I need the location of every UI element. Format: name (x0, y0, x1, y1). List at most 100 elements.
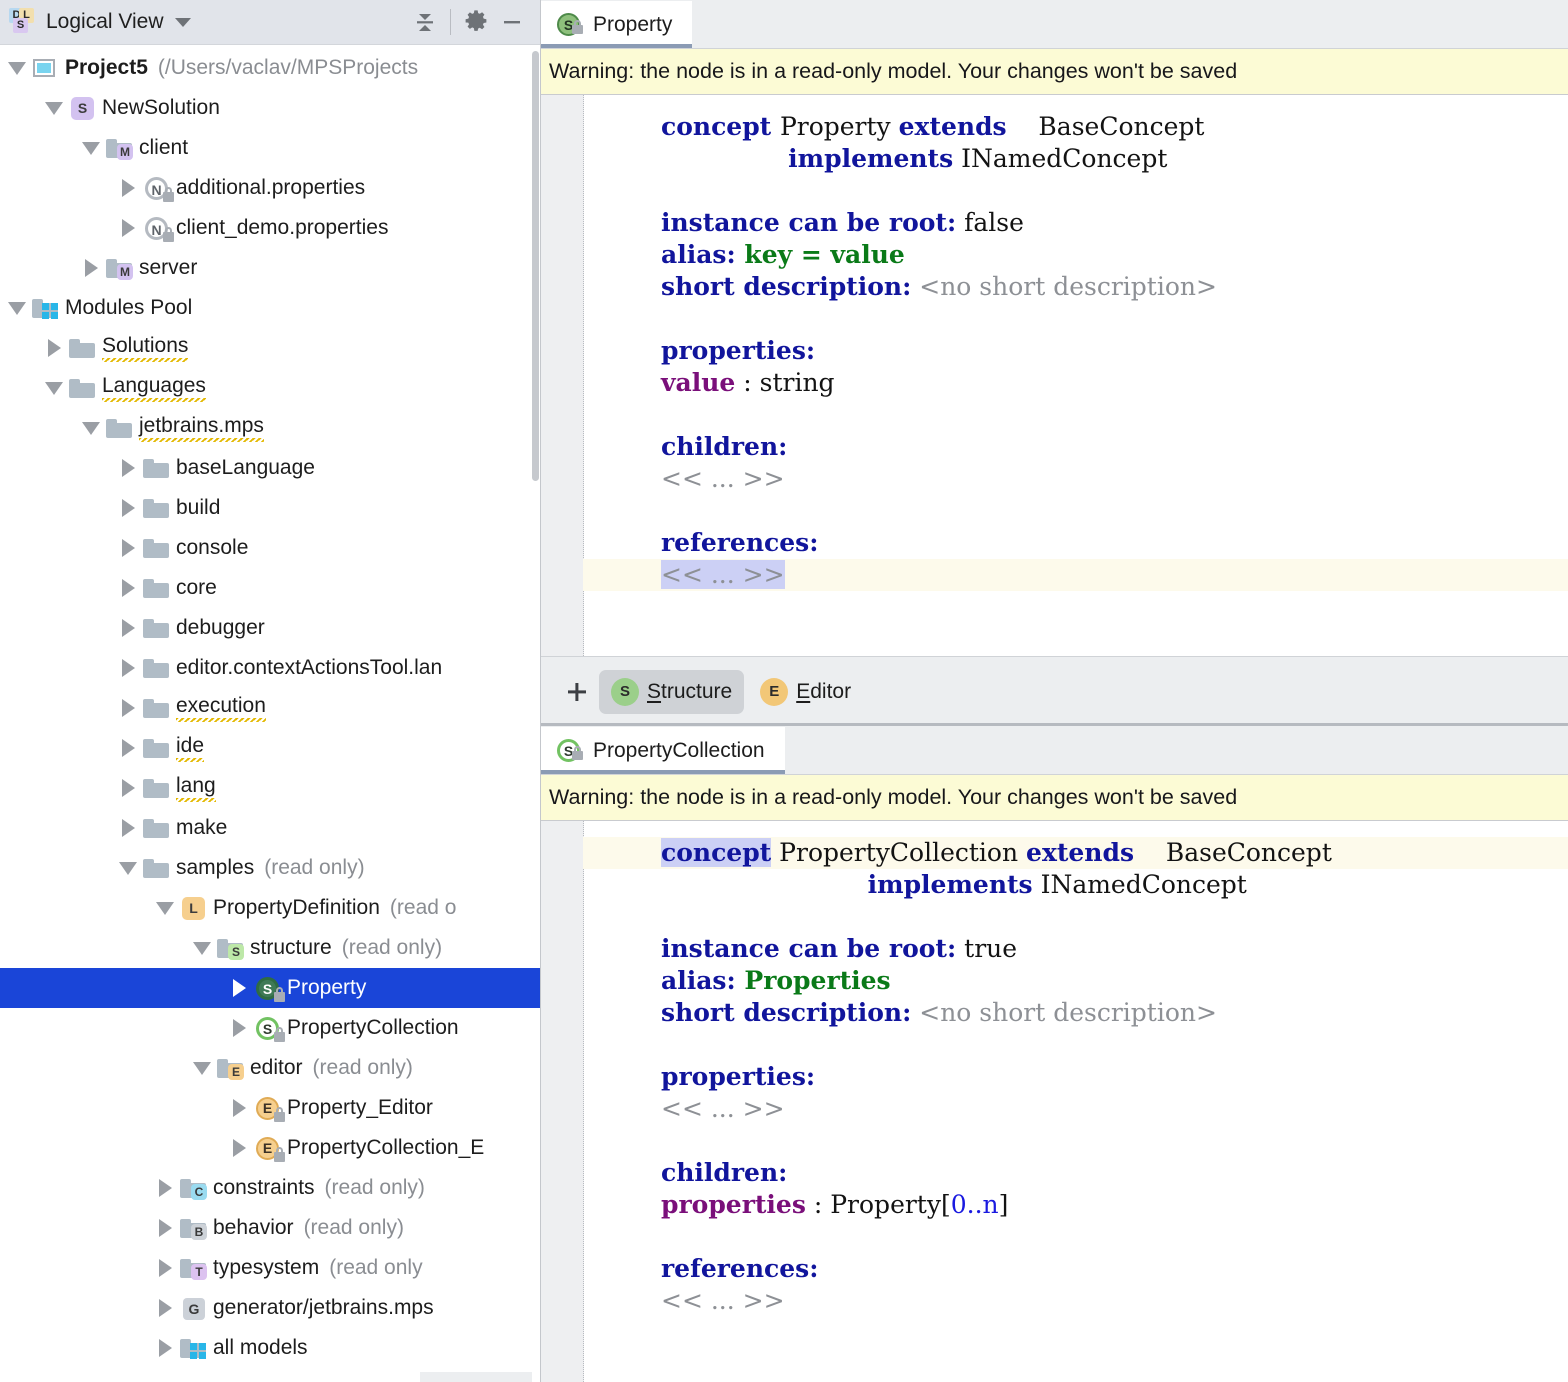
chevron-down-icon[interactable] (175, 18, 191, 27)
chevron-right-icon[interactable] (115, 448, 141, 488)
chevron-down-icon[interactable] (115, 848, 141, 888)
tree-row[interactable]: Solutions (0, 328, 540, 368)
code-line[interactable]: properties : Property[0..n] (583, 1189, 1568, 1221)
chevron-down-icon[interactable] (41, 88, 67, 128)
code-line[interactable]: children: (583, 431, 1568, 463)
top-editor-code[interactable]: concept Property extends BaseConcept imp… (583, 95, 1568, 656)
tree-row[interactable]: Bbehavior(read only) (0, 1208, 540, 1248)
tree-row[interactable]: LPropertyDefinition(read o (0, 888, 540, 928)
chevron-right-icon[interactable] (115, 528, 141, 568)
code-line[interactable]: value : string (583, 367, 1568, 399)
chevron-right-icon[interactable] (152, 1168, 178, 1208)
chevron-right-icon[interactable] (115, 568, 141, 608)
chevron-right-icon[interactable] (115, 608, 141, 648)
chevron-right-icon[interactable] (226, 1128, 252, 1168)
tree-row[interactable]: SProperty (0, 968, 540, 1008)
chevron-down-icon[interactable] (78, 408, 104, 448)
code-blank-line[interactable] (583, 1029, 1568, 1061)
chevron-right-icon[interactable] (115, 768, 141, 808)
collapse-all-icon[interactable] (407, 4, 443, 40)
code-blank-line[interactable] (583, 495, 1568, 527)
top-editor-gutter[interactable] (541, 95, 584, 656)
plus-icon[interactable] (555, 670, 599, 714)
code-line[interactable]: properties: (583, 1061, 1568, 1093)
code-line[interactable]: alias: Properties (583, 965, 1568, 997)
tree-row[interactable]: baseLanguage (0, 448, 540, 488)
chevron-right-icon[interactable] (78, 248, 104, 288)
tree-row[interactable]: Cconstraints(read only) (0, 1168, 540, 1208)
tree-row[interactable]: Ggenerator/jetbrains.mps (0, 1288, 540, 1328)
code-line[interactable]: implements INamedConcept (583, 869, 1568, 901)
chevron-right-icon[interactable] (152, 1248, 178, 1288)
editor-tab-property[interactable]: S Property (541, 1, 692, 49)
chevron-right-icon[interactable] (115, 728, 141, 768)
tree-row[interactable]: jetbrains.mps (0, 408, 540, 448)
code-line[interactable]: instance can be root: false (583, 207, 1568, 239)
tree-row[interactable]: execution (0, 688, 540, 728)
code-line[interactable]: short description: <no short description… (583, 997, 1568, 1029)
code-line[interactable]: concept Property extends BaseConcept (583, 111, 1568, 143)
tree-row[interactable]: lang (0, 768, 540, 808)
chevron-right-icon[interactable] (115, 688, 141, 728)
chevron-right-icon[interactable] (115, 168, 141, 208)
tree-row[interactable]: Ttypesystem(read only (0, 1248, 540, 1288)
tree-row[interactable]: all models (0, 1328, 540, 1368)
code-line[interactable]: properties: (583, 335, 1568, 367)
chevron-down-icon[interactable] (189, 928, 215, 968)
tree-row[interactable]: Nadditional.properties (0, 168, 540, 208)
chevron-down-icon[interactable] (41, 368, 67, 408)
tree-row[interactable]: Sstructure(read only) (0, 928, 540, 968)
chevron-right-icon[interactable] (152, 1328, 178, 1368)
tree-row[interactable]: Eeditor(read only) (0, 1048, 540, 1088)
tree-vertical-scrollbar[interactable] (531, 45, 540, 1382)
chevron-down-icon[interactable] (78, 128, 104, 168)
code-blank-line[interactable] (583, 399, 1568, 431)
chevron-right-icon[interactable] (226, 968, 252, 1008)
tab-editor[interactable]: E Editor (748, 670, 863, 714)
code-line[interactable]: alias: key = value (583, 239, 1568, 271)
tree-row[interactable]: Languages (0, 368, 540, 408)
code-line[interactable]: << ... >> (583, 463, 1568, 495)
chevron-down-icon[interactable] (152, 888, 178, 928)
code-blank-line[interactable] (583, 303, 1568, 335)
chevron-right-icon[interactable] (115, 808, 141, 848)
tree-row[interactable]: Nclient_demo.properties (0, 208, 540, 248)
tab-structure[interactable]: S Structure (599, 670, 744, 714)
chevron-right-icon[interactable] (41, 328, 67, 368)
tree-row[interactable]: EProperty_Editor (0, 1088, 540, 1128)
bottom-code-editor[interactable]: concept PropertyCollection extends BaseC… (541, 821, 1568, 1382)
tree-row[interactable]: console (0, 528, 540, 568)
chevron-down-icon[interactable] (4, 48, 30, 88)
code-line[interactable]: references: (583, 1253, 1568, 1285)
code-blank-line[interactable] (583, 901, 1568, 933)
tree-row[interactable]: samples(read only) (0, 848, 540, 888)
code-line[interactable]: << ... >> (583, 1285, 1568, 1317)
chevron-right-icon[interactable] (226, 1008, 252, 1048)
tree-row[interactable]: Mclient (0, 128, 540, 168)
chevron-right-icon[interactable] (152, 1288, 178, 1328)
code-blank-line[interactable] (583, 1125, 1568, 1157)
code-line[interactable]: children: (583, 1157, 1568, 1189)
code-line[interactable]: << ... >> (583, 559, 1568, 591)
chevron-right-icon[interactable] (115, 648, 141, 688)
chevron-right-icon[interactable] (115, 208, 141, 248)
chevron-right-icon[interactable] (115, 488, 141, 528)
editor-tab-propertycollection[interactable]: S PropertyCollection (541, 727, 785, 775)
code-line[interactable]: concept PropertyCollection extends BaseC… (583, 837, 1568, 869)
tree-row[interactable]: build (0, 488, 540, 528)
tree-row[interactable]: make (0, 808, 540, 848)
project-tree[interactable]: Project5(/Users/vaclav/MPSProjectsSNewSo… (0, 45, 540, 1382)
gear-icon[interactable] (458, 4, 494, 40)
tree-row[interactable]: Project5(/Users/vaclav/MPSProjects (0, 48, 540, 88)
code-blank-line[interactable] (583, 1221, 1568, 1253)
bottom-editor-code[interactable]: concept PropertyCollection extends BaseC… (583, 821, 1568, 1382)
tree-row[interactable]: EPropertyCollection_E (0, 1128, 540, 1168)
code-line[interactable]: references: (583, 527, 1568, 559)
tree-row[interactable]: debugger (0, 608, 540, 648)
tree-row[interactable]: ide (0, 728, 540, 768)
code-blank-line[interactable] (583, 175, 1568, 207)
bottom-editor-gutter[interactable] (541, 821, 584, 1382)
tree-row[interactable]: SPropertyCollection (0, 1008, 540, 1048)
tree-horizontal-scrollbar[interactable] (420, 1372, 532, 1382)
minimize-icon[interactable] (494, 4, 530, 40)
